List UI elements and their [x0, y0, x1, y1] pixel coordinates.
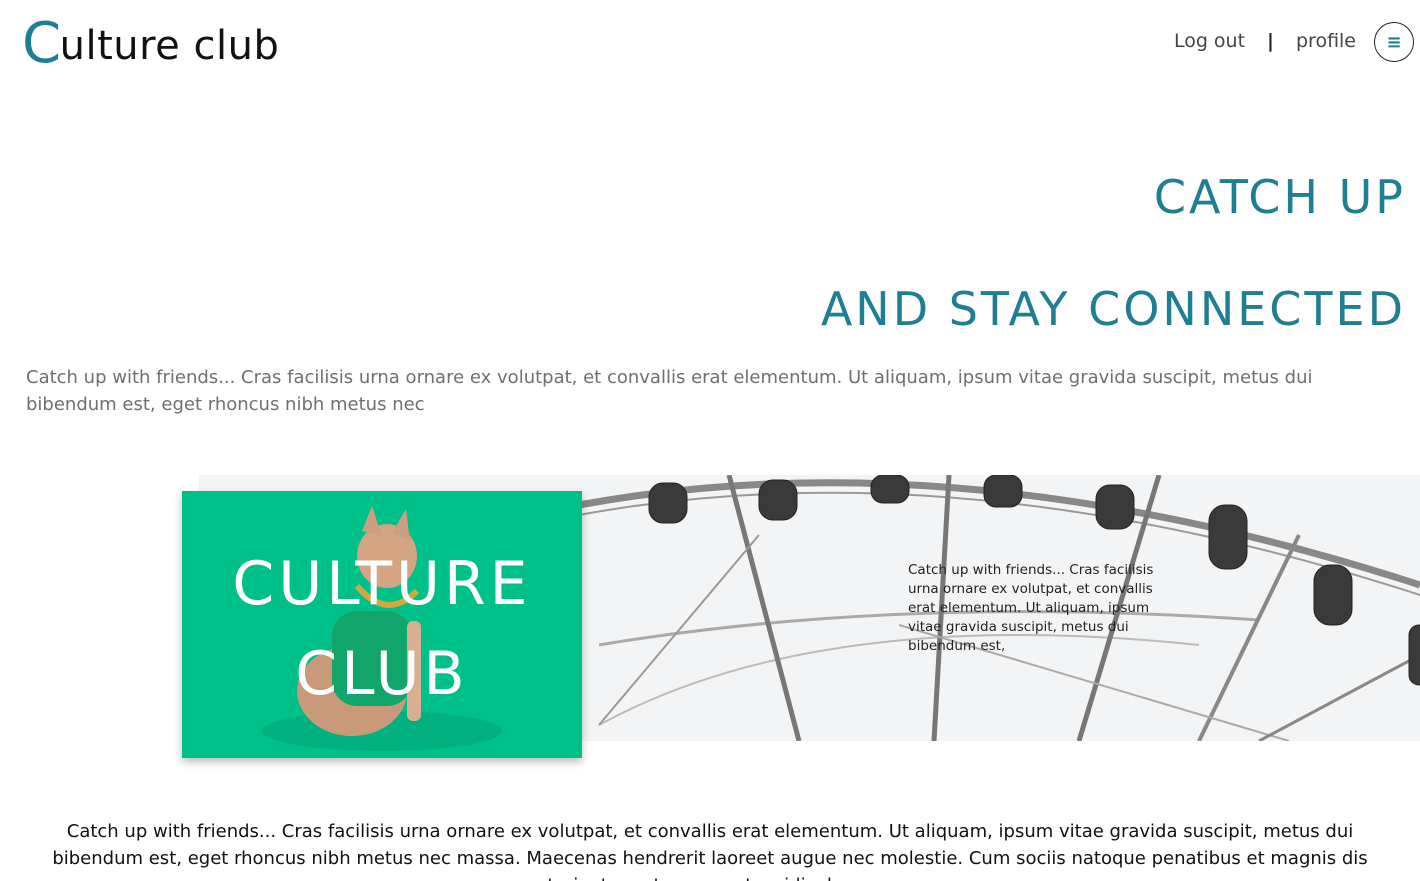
footer-paragraph: Catch up with friends... Cras facilisis …: [52, 821, 1368, 881]
menu-button[interactable]: ≡: [1374, 22, 1414, 62]
culture-club-card[interactable]: CULTURE CLUB: [182, 491, 582, 758]
card-title: CULTURE CLUB: [232, 549, 532, 709]
hero-heading-line1: CATCH UP: [1153, 170, 1406, 224]
hamburger-menu-icon: ≡: [1386, 31, 1402, 53]
page: Culture club Log out | profile ≡ CATCH U…: [0, 0, 1420, 881]
logo-initial: C: [22, 11, 62, 76]
profile-link[interactable]: profile: [1296, 30, 1356, 52]
logo-text: ulture club: [59, 23, 280, 69]
hero-intro-text: Catch up with friends... Cras facilisis …: [26, 367, 1313, 415]
top-nav: Log out | profile: [1174, 30, 1356, 52]
hero-heading-line2: AND STAY CONNECTED: [820, 282, 1406, 336]
site-logo[interactable]: Culture club: [22, 14, 279, 76]
logout-link[interactable]: Log out: [1174, 30, 1245, 52]
banner-side-text: Catch up with friends... Cras facilisis …: [908, 562, 1154, 654]
nav-separator: |: [1267, 30, 1274, 52]
